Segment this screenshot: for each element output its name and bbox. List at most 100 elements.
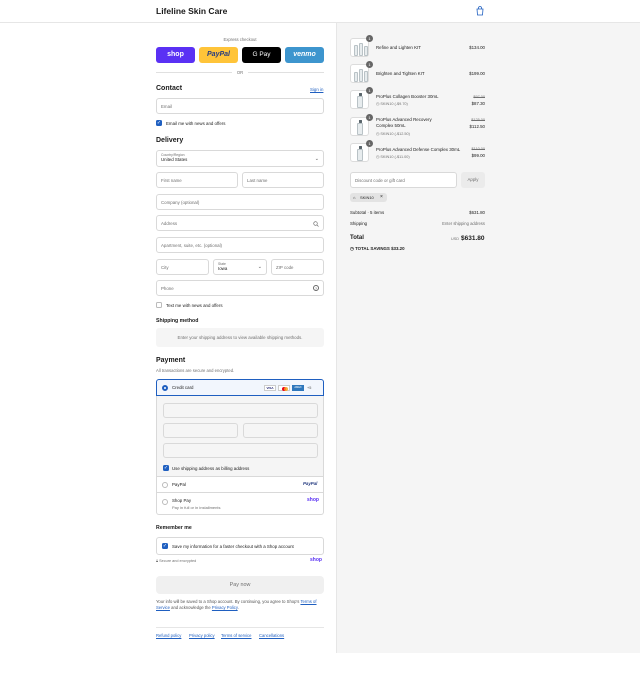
remember-me-box: ✓ Save my information for a faster check… bbox=[156, 537, 324, 555]
city-field[interactable]: City bbox=[156, 259, 209, 275]
state-select[interactable]: State Iowa ⌄ bbox=[213, 259, 267, 275]
last-name-field[interactable]: Last name bbox=[242, 172, 324, 188]
discount-code-field[interactable]: Discount code or gift card bbox=[350, 172, 457, 188]
item-price: $99.00 bbox=[471, 153, 485, 158]
item-quantity-badge: 1 bbox=[366, 61, 373, 68]
text-offers-checkbox[interactable] bbox=[156, 302, 162, 308]
paypal-radio[interactable] bbox=[162, 482, 168, 488]
news-checkbox-label: Email me with news and offers bbox=[166, 120, 226, 126]
billing-address-label: Use shipping address as billing address bbox=[172, 465, 250, 471]
terms-of-service-footer-link[interactable]: Terms of service bbox=[221, 633, 251, 638]
item-original-price: $125.00 bbox=[471, 118, 485, 122]
pay-now-button[interactable]: Pay now bbox=[156, 576, 324, 594]
security-code-field[interactable] bbox=[243, 423, 318, 438]
email-field[interactable]: Email bbox=[156, 98, 324, 114]
terms-prefix: Your info will be saved to a Shop accoun… bbox=[156, 599, 300, 604]
item-name: ProPlus Advanced Recovery Complex 50mL bbox=[376, 117, 432, 128]
terms-text: Your info will be saved to a Shop accoun… bbox=[156, 599, 324, 611]
shop-pay-subtitle: Pay in full or in installments bbox=[172, 505, 221, 510]
zip-field[interactable]: ZIP code bbox=[271, 259, 324, 275]
credit-card-label: Credit card bbox=[172, 385, 194, 390]
apartment-field[interactable]: Apartment, suite, etc. (optional) bbox=[156, 237, 324, 253]
subtotal-value: $631.80 bbox=[469, 210, 485, 215]
item-price: $199.00 bbox=[469, 71, 485, 76]
payment-subtitle: All transactions are secure and encrypte… bbox=[156, 368, 235, 373]
shopping-bag-icon[interactable] bbox=[475, 6, 485, 16]
footer-divider bbox=[156, 627, 324, 628]
paypal-label: PayPal bbox=[172, 482, 186, 487]
cancellations-link[interactable]: Cancellations bbox=[259, 633, 284, 638]
divider-right bbox=[248, 72, 324, 73]
discount-code-tag: ⌂ SKIN10 × bbox=[350, 193, 387, 202]
item-quantity-badge: 1 bbox=[366, 35, 373, 42]
shop-pay-express-button[interactable]: shop bbox=[156, 47, 195, 63]
address-field[interactable]: Address bbox=[156, 215, 324, 231]
mastercard-icon bbox=[278, 385, 290, 391]
search-icon bbox=[313, 221, 319, 227]
shop-pay-label: Shop Pay bbox=[172, 498, 192, 503]
remember-me-title: Remember me bbox=[156, 525, 192, 531]
phone-field[interactable]: Phone ? bbox=[156, 280, 324, 296]
checkout-form-column: Express checkout shop PayPal G Pay venmo… bbox=[0, 23, 336, 679]
item-name: Brighten and Tighten KIT bbox=[376, 71, 425, 76]
card-details-panel: ✓ Use shipping address as billing addres… bbox=[156, 396, 324, 476]
delivery-title: Delivery bbox=[156, 137, 184, 144]
order-summary: 1 Refine and Lighten KIT $134.00 1 Brigh… bbox=[336, 23, 640, 653]
item-discount-text: SKIN10 (-$11.00) bbox=[380, 155, 410, 159]
divider-left bbox=[156, 72, 232, 73]
text-offers-label: Text me with news and offers bbox=[166, 302, 223, 308]
item-name: Refine and Lighten KIT bbox=[376, 45, 421, 50]
item-discount-text: SKIN10 (-$9.70) bbox=[380, 102, 408, 106]
google-pay-express-button[interactable]: G Pay bbox=[242, 47, 281, 63]
brand-name[interactable]: Lifeline Skin Care bbox=[156, 6, 227, 16]
shipping-value: Enter shipping address bbox=[442, 221, 485, 226]
credit-card-option[interactable]: Credit card VISA AMEX +5 bbox=[156, 379, 324, 396]
terms-middle: and acknowledge the bbox=[171, 605, 211, 610]
remember-me-checkbox[interactable]: ✓ bbox=[162, 543, 168, 549]
paypal-option[interactable]: PayPal PayPal bbox=[156, 476, 324, 493]
item-original-price: $110.00 bbox=[471, 147, 485, 151]
country-value: United States bbox=[161, 157, 188, 162]
paypal-logo: PayPal bbox=[303, 481, 318, 486]
name-on-card-field[interactable] bbox=[163, 443, 318, 458]
item-discount: ◷ SKIN10 (-$11.00) bbox=[376, 154, 410, 159]
total-label: Total bbox=[350, 235, 364, 241]
chevron-down-icon: ⌄ bbox=[257, 264, 262, 270]
item-original-price: $97.00 bbox=[473, 95, 485, 99]
phone-placeholder: Phone bbox=[161, 285, 174, 291]
card-number-field[interactable] bbox=[163, 403, 318, 418]
company-field[interactable]: Company (optional) bbox=[156, 194, 324, 210]
secure-encrypted-note: 🔒︎ Secure and encrypted bbox=[156, 559, 196, 563]
item-discount-text: SKIN10 (-$12.50) bbox=[380, 132, 410, 136]
sign-in-link[interactable]: Sign in bbox=[310, 87, 323, 92]
item-quantity-badge: 1 bbox=[366, 114, 373, 121]
help-icon[interactable]: ? bbox=[313, 285, 319, 291]
shop-pay-radio[interactable] bbox=[162, 499, 168, 505]
shipping-method-title: Shipping method bbox=[156, 318, 199, 324]
privacy-policy-footer-link[interactable]: Privacy policy bbox=[189, 633, 215, 638]
express-checkout-label: Express checkout bbox=[223, 37, 257, 42]
refund-policy-link[interactable]: Refund policy bbox=[156, 633, 181, 638]
top-header: Lifeline Skin Care bbox=[0, 0, 640, 23]
total-savings: ◷ TOTAL SAVINGS $33.20 bbox=[350, 246, 405, 252]
total-value: $631.80 bbox=[461, 235, 485, 242]
or-separator: OR bbox=[236, 70, 244, 75]
shop-pay-logo: shop bbox=[307, 497, 319, 503]
savings-label: TOTAL SAVINGS bbox=[355, 246, 390, 251]
payment-title: Payment bbox=[156, 357, 186, 364]
news-checkbox[interactable]: ✓ bbox=[156, 120, 162, 126]
billing-address-checkbox[interactable]: ✓ bbox=[163, 465, 169, 471]
shop-pay-option[interactable]: Shop Pay Pay in full or in installments … bbox=[156, 493, 324, 515]
first-name-field[interactable]: First name bbox=[156, 172, 238, 188]
paypal-express-button[interactable]: PayPal bbox=[199, 47, 238, 63]
credit-card-radio[interactable] bbox=[162, 385, 168, 391]
expiration-date-field[interactable] bbox=[163, 423, 238, 438]
item-price: $87.30 bbox=[471, 101, 485, 106]
privacy-policy-link[interactable]: Privacy Policy bbox=[212, 605, 238, 610]
remove-code-icon[interactable]: × bbox=[380, 193, 383, 202]
country-select[interactable]: Country/Region United States ⌄ bbox=[156, 150, 324, 167]
item-name: ProPlus Collagen Booster 30mL bbox=[376, 94, 439, 99]
apply-discount-button[interactable]: Apply bbox=[461, 172, 485, 188]
venmo-express-button[interactable]: venmo bbox=[285, 47, 324, 63]
item-price: $134.00 bbox=[469, 45, 485, 50]
